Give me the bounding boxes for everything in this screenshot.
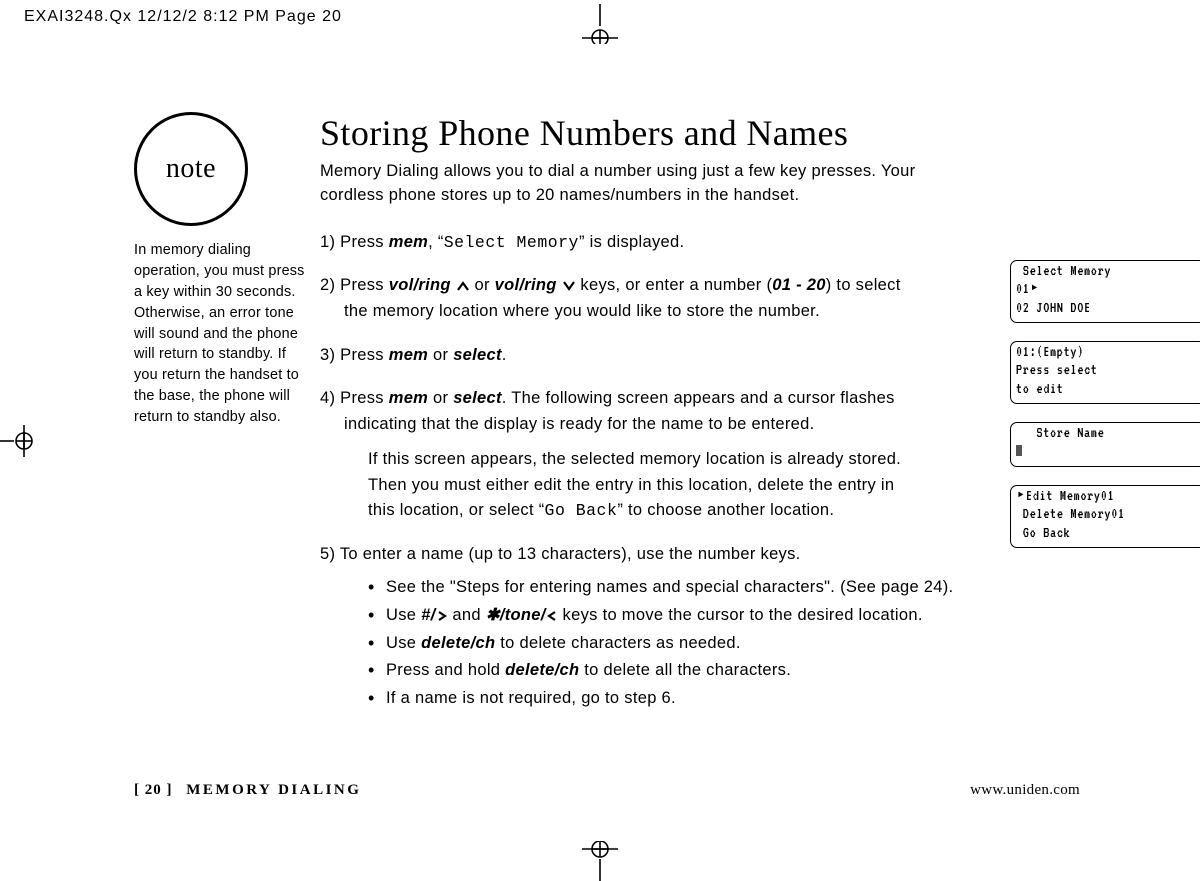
bullet-1: See the "Steps for entering names and sp… [368,575,1090,601]
lcd-empty: 01:(Empty) Press select to edit [1010,341,1200,404]
step-3: 3) Press mem or select. [320,343,920,369]
section-name: MEMORY DIALING [186,782,361,798]
step-4-sub: If this screen appears, the selected mem… [344,447,920,524]
step-1: 1) Press mem, “Select Memory” is display… [320,230,920,256]
note-body: In memory dialing operation, you must pr… [134,240,310,428]
arrow-up-icon [456,280,470,292]
step-5: 5) To enter a name (up to 13 characters)… [320,542,1090,711]
step-2: 2) Press vol/ring or vol/ring keys, or e… [320,273,920,324]
note-badge: note [134,112,248,226]
star-icon: ✱ [486,606,500,624]
note-badge-label: note [166,153,216,185]
footer-url: www.uniden.com [970,782,1080,799]
cursor-icon [1016,445,1022,456]
crop-mark-bottom-icon [560,841,640,881]
main-column: Storing Phone Numbers and Names Memory D… [320,112,1090,729]
crop-mark-top-icon [560,4,640,44]
step-4: 4) Press mem or select. The following sc… [320,386,920,524]
page-number: [ 20 ] [134,782,173,798]
bullet-5: If a name is not required, go to step 6. [368,686,1090,712]
lcd-store-name: Store Name [1010,422,1200,467]
bullet-4: Press and hold delete/ch to delete all t… [368,658,1090,684]
page-title: Storing Phone Numbers and Names [320,112,1090,154]
page: EXAI3248.Qx 12/12/2 8:12 PM Page 20 note… [0,0,1200,881]
step-5-bullets: See the "Steps for entering names and sp… [368,575,1090,711]
steps-list: 1) Press mem, “Select Memory” is display… [320,230,1090,711]
intro-paragraph: Memory Dialing allows you to dial a numb… [320,160,980,208]
arrow-left-icon [546,610,558,622]
bullet-3: Use delete/ch to delete characters as ne… [368,631,1090,657]
arrow-down-icon [562,280,576,292]
page-footer: [ 20 ] MEMORY DIALING www.uniden.com [134,782,1080,799]
lcd-select-memory: Select Memory 01‣ 02 JOHN DOE [1010,260,1200,323]
bullet-2: Use #/ and ✱/tone/ keys to move the curs… [368,603,1090,629]
printer-slug: EXAI3248.Qx 12/12/2 8:12 PM Page 20 [24,8,342,26]
lcd-column: Select Memory 01‣ 02 JOHN DOE 01:(Empty)… [1010,260,1200,566]
lcd-edit-menu: ‣Edit Memory01 Delete Memory01 Go Back [1010,485,1200,548]
crop-mark-left-icon [0,411,34,471]
note-sidebar: note In memory dialing operation, you mu… [134,112,304,428]
arrow-right-icon [436,610,448,622]
